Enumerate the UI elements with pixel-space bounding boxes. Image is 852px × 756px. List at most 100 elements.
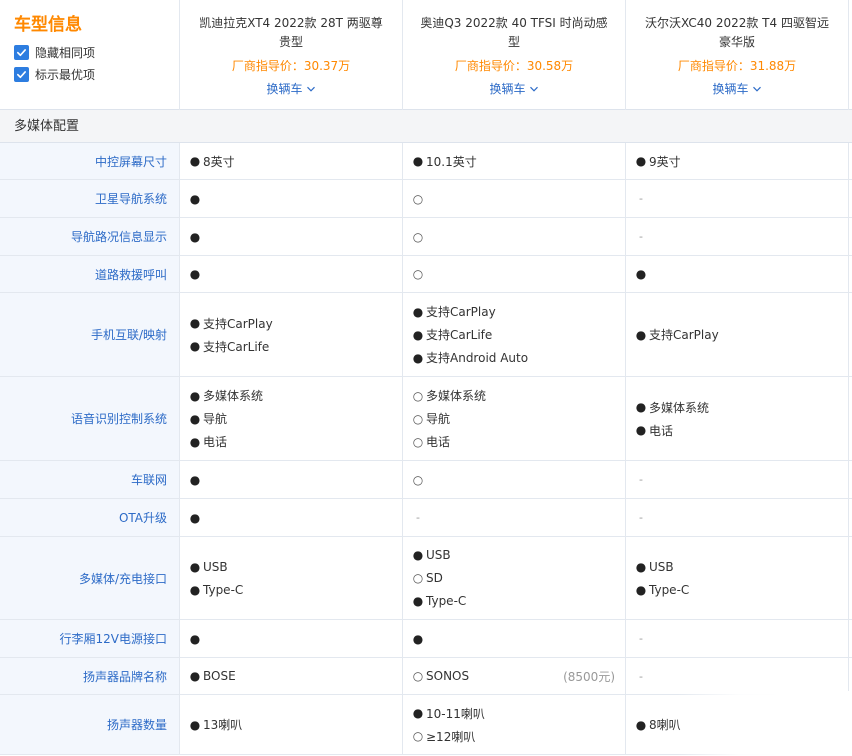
table-cell: -	[626, 499, 849, 536]
row-label: 扬声器品牌名称	[0, 658, 180, 694]
standard-dot-icon: ●	[189, 388, 201, 403]
cell-text: 9英寸	[649, 154, 681, 169]
table-cell: ○	[403, 180, 626, 217]
cell-text: 13喇叭	[203, 718, 243, 732]
car-price: 厂商指导价：31.88万	[677, 59, 797, 73]
optional-circle-icon: ○	[412, 472, 424, 487]
table-cell: ● 9英寸	[626, 143, 849, 179]
cell-item: -	[635, 468, 848, 491]
table-cell: ● 支持CarPlay ● 支持CarLife ● 支持Android Auto	[403, 293, 626, 376]
standard-dot-icon: ●	[412, 304, 424, 319]
standard-dot-icon: ●	[189, 411, 201, 426]
table-cell: -	[403, 499, 626, 536]
standard-dot-icon: ●	[635, 400, 647, 414]
car-name: 奥迪Q3 2022款 40 TFSI 时尚动感型	[420, 16, 608, 49]
table-cell: ○	[403, 461, 626, 498]
table-cell: ●	[180, 218, 403, 255]
row-label: OTA升级	[0, 499, 180, 536]
optional-circle-icon: ○	[412, 229, 424, 244]
mark-best-toggle[interactable]: 标示最优项	[14, 63, 179, 85]
cell-item: ● USB	[635, 555, 848, 578]
table-cell: ● USB ● Type-C	[626, 537, 849, 619]
cell-item: -	[635, 187, 848, 210]
none-dash-icon: -	[639, 192, 643, 205]
table-cell: ● 10.1英寸	[403, 143, 626, 179]
change-car-button[interactable]: 换辆车	[712, 80, 761, 98]
hide-same-label: 隐藏相同项	[35, 45, 96, 60]
standard-dot-icon: ●	[189, 154, 201, 168]
cell-item: ○ ≥12喇叭	[412, 725, 625, 748]
cell-item: ● 多媒体系统	[635, 396, 848, 419]
table-cell: ● 8英寸	[180, 143, 403, 179]
table-cell: ●	[180, 620, 403, 657]
standard-dot-icon: ●	[635, 582, 647, 597]
cell-item: ○ 导航	[412, 407, 625, 430]
standard-dot-icon: ●	[412, 154, 424, 168]
cell-item: ● 导航	[189, 407, 402, 430]
compare-header: 车型信息 隐藏相同项 标示最优项 凯迪拉克XT4 2022款 28T 两驱尊贵型…	[0, 0, 852, 110]
standard-dot-icon: ●	[189, 510, 201, 525]
spec-table: 中控屏幕尺寸 ● 8英寸 ● 10.1英寸 ● 9英寸 卫星导航系统 ● ○ - 导航路况信息显示 ● ○…	[0, 143, 852, 755]
car-price: 厂商指导价：30.37万	[231, 59, 351, 73]
table-cell: ● 支持CarPlay	[626, 293, 849, 376]
table-cell: ● 多媒体系统 ● 电话	[626, 377, 849, 460]
table-row: 中控屏幕尺寸 ● 8英寸 ● 10.1英寸 ● 9英寸	[0, 143, 852, 180]
hide-same-toggle[interactable]: 隐藏相同项	[14, 41, 179, 63]
none-dash-icon: -	[639, 632, 643, 645]
cell-item: -	[635, 225, 848, 248]
standard-dot-icon: ●	[189, 717, 201, 732]
cell-item: ● 10-11喇叭	[412, 702, 625, 725]
standard-dot-icon: ●	[189, 191, 201, 206]
car-column-2: 奥迪Q3 2022款 40 TFSI 时尚动感型 厂商指导价：30.58万 换辆…	[403, 0, 626, 110]
cell-item: ●	[635, 263, 848, 286]
cell-item: ● 支持Android Auto	[412, 346, 625, 369]
section-title: 车型信息	[14, 15, 82, 35]
cell-text: 支持CarPlay	[649, 328, 719, 342]
table-cell: ●	[626, 256, 849, 292]
table-cell: ● 10-11喇叭 ○ ≥12喇叭	[403, 695, 626, 754]
standard-dot-icon: ●	[189, 631, 201, 646]
checkbox-checked-icon[interactable]	[14, 66, 29, 82]
table-cell: ●	[180, 461, 403, 498]
checkbox-checked-icon[interactable]	[14, 44, 29, 60]
table-cell: ● 支持CarPlay ● 支持CarLife	[180, 293, 403, 376]
cell-text: ≥12喇叭	[426, 729, 476, 744]
car-name: 沃尔沃XC40 2022款 T4 四驱智远豪华版	[645, 16, 829, 49]
cell-text: BOSE	[203, 669, 236, 683]
change-car-button[interactable]: 换辆车	[489, 80, 538, 98]
change-car-button[interactable]: 换辆车	[266, 80, 315, 98]
cell-item: ● Type-C	[635, 578, 848, 601]
cell-item: ● 8英寸	[189, 150, 402, 173]
optional-circle-icon: ○	[412, 191, 424, 206]
optional-circle-icon: ○	[412, 669, 424, 683]
row-label: 扬声器数量	[0, 695, 180, 754]
standard-dot-icon: ●	[635, 423, 647, 437]
standard-dot-icon: ●	[412, 706, 424, 720]
row-label: 行李厢12V电源接口	[0, 620, 180, 657]
cell-text: 支持CarPlay	[203, 316, 273, 331]
none-dash-icon: -	[639, 511, 643, 524]
table-cell: -	[626, 658, 849, 694]
cell-item: ● 支持CarLife	[412, 323, 625, 346]
car-price: 厂商指导价：30.58万	[454, 59, 574, 73]
cell-text: 多媒体系统	[649, 400, 710, 415]
cell-item: -	[635, 506, 848, 529]
row-label: 车联网	[0, 461, 180, 498]
none-dash-icon: -	[639, 473, 643, 486]
cell-text: 电话	[426, 435, 451, 449]
cell-item: ○	[412, 263, 625, 286]
cell-item: ●	[189, 225, 402, 248]
row-label: 手机互联/映射	[0, 293, 180, 376]
cell-text: 导航	[426, 412, 451, 426]
cell-item: ● 支持CarLife	[189, 335, 402, 358]
cell-text: 电话	[649, 423, 674, 438]
cell-text: SONOS	[426, 669, 470, 683]
cell-text: 10-11喇叭	[426, 706, 485, 721]
table-cell: -	[626, 218, 849, 255]
cell-item: -	[635, 665, 848, 688]
cell-text: USB	[426, 548, 451, 562]
standard-dot-icon: ●	[635, 717, 647, 732]
optional-circle-icon: ○	[412, 729, 424, 743]
table-cell: ● USB ● Type-C	[180, 537, 403, 619]
chevron-down-icon	[752, 86, 761, 92]
